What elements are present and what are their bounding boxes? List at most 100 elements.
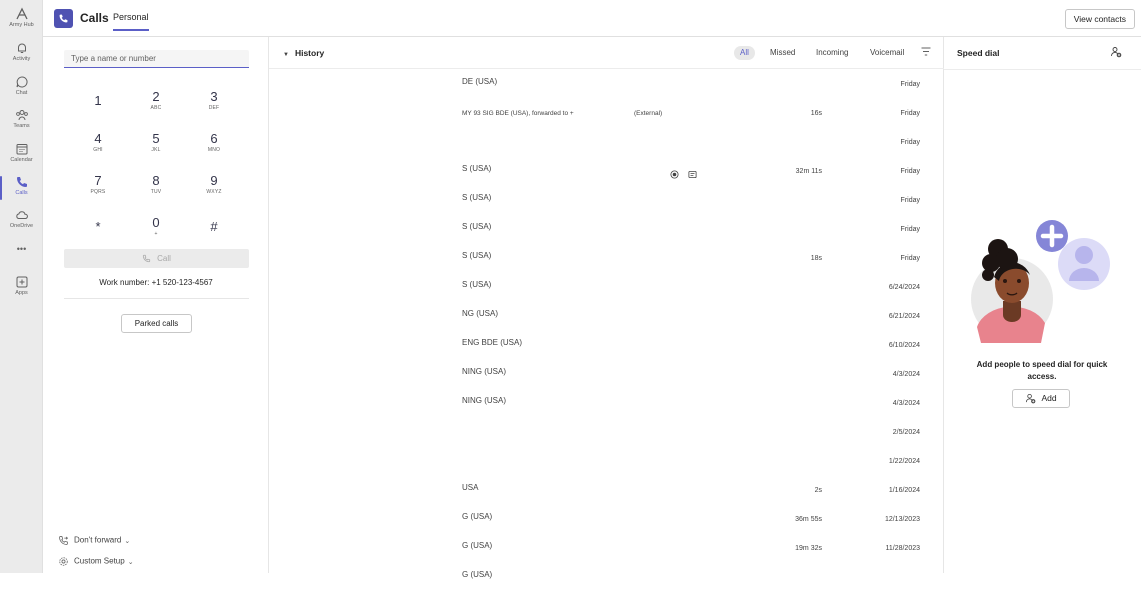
- history-contact-name: DE (USA): [462, 77, 498, 86]
- call-date: 12/13/2023: [884, 516, 920, 523]
- transcript-icon[interactable]: [688, 166, 697, 184]
- recording-icon[interactable]: [670, 166, 679, 184]
- speed-dial-add-button[interactable]: Add: [1012, 389, 1070, 408]
- add-person-icon: [1026, 394, 1036, 404]
- dial-key-hash[interactable]: #: [194, 210, 234, 244]
- dial-key-4[interactable]: 4 GHI: [78, 126, 118, 160]
- key-letters: TUV: [150, 189, 162, 195]
- history-row[interactable]: NING (USA) 4/3/2024: [269, 388, 944, 417]
- filter-incoming[interactable]: Incoming: [810, 46, 854, 60]
- rail-item-apps[interactable]: Apps: [0, 272, 43, 306]
- history-row[interactable]: G (USA) 19m 32s 11/28/2023: [269, 533, 944, 562]
- call-duration: 18s: [810, 255, 822, 262]
- key-letters: PQRS: [90, 189, 106, 195]
- call-date: 11/28/2023: [885, 545, 920, 552]
- history-contact-name: USA: [462, 483, 479, 492]
- history-row[interactable]: Friday: [269, 127, 944, 156]
- caret-down-icon: ▼: [283, 52, 289, 58]
- parked-calls-button[interactable]: Parked calls: [121, 314, 192, 333]
- rail-item-more[interactable]: •••: [0, 244, 43, 260]
- forwarding-option[interactable]: Don't forward ⌄: [58, 535, 130, 546]
- history-contact-name: G (USA): [462, 541, 493, 550]
- history-contact-name: S (USA): [462, 164, 492, 173]
- call-date: 1/22/2024: [888, 458, 920, 465]
- call-duration: 36m 55s: [795, 516, 822, 523]
- work-number: Work number: +1 520-123-4567: [99, 278, 213, 287]
- speed-dial-title: Speed dial: [957, 48, 1000, 58]
- calls-header: Calls Personal View contacts: [43, 0, 1141, 37]
- rail-item-calls[interactable]: Calls: [0, 172, 43, 206]
- history-row[interactable]: G (USA) 36m 55s 12/13/2023: [269, 504, 944, 533]
- divider: [944, 69, 1141, 70]
- history-contact-name: G (USA): [462, 570, 493, 579]
- call-button[interactable]: Call: [64, 249, 249, 268]
- filter-voicemail[interactable]: Voicemail: [864, 46, 910, 60]
- key-digit: 5: [152, 131, 160, 146]
- rail-label: Activity: [12, 56, 31, 62]
- history-row[interactable]: NG (USA) 6/21/2024: [269, 301, 944, 330]
- call-button-label: Call: [157, 253, 171, 263]
- key-digit: 7: [94, 173, 102, 188]
- dial-key-7[interactable]: 7 PQRS: [78, 168, 118, 202]
- dial-key-9[interactable]: 9 WXYZ: [194, 168, 234, 202]
- dial-key-3[interactable]: 3 DEF: [194, 84, 234, 118]
- key-digit: 0: [152, 215, 160, 230]
- filter-all[interactable]: All: [734, 46, 755, 60]
- speed-dial-panel: Speed dial Add people to speed dial for …: [944, 37, 1141, 573]
- calls-app-icon: [54, 9, 73, 28]
- history-row[interactable]: S (USA) 18s Friday: [269, 243, 944, 272]
- history-contact-name: S (USA): [462, 193, 492, 202]
- history-row[interactable]: S (USA) 6/24/2024: [269, 272, 944, 301]
- filter-icon[interactable]: [921, 47, 931, 56]
- dial-key-5[interactable]: 5 JKL: [136, 126, 176, 160]
- key-letters: JKL: [151, 147, 161, 153]
- call-date: 2/5/2024: [892, 429, 920, 436]
- bell-icon: [17, 43, 26, 53]
- filter-missed[interactable]: Missed: [764, 46, 801, 60]
- rail-item-activity[interactable]: Activity: [0, 38, 43, 72]
- rail-label: Apps: [15, 290, 28, 296]
- key-digit: 1: [94, 93, 102, 108]
- rail-label: Chat: [15, 90, 28, 96]
- key-letters: GHI: [93, 147, 103, 153]
- chat-icon: [16, 76, 28, 88]
- history-row[interactable]: S (USA) Friday: [269, 214, 944, 243]
- dial-key-6[interactable]: 6 MNO: [194, 126, 234, 160]
- history-row[interactable]: G (USA): [269, 562, 944, 591]
- dial-key-2[interactable]: 2 ABC: [136, 84, 176, 118]
- history-row[interactable]: S (USA) 32m 11s Friday: [269, 156, 944, 185]
- chevron-down-icon: ⌄: [124, 537, 131, 545]
- history-row[interactable]: USA 2s 1/16/2024: [269, 475, 944, 504]
- rail-item-army-hub[interactable]: Army Hub: [0, 4, 43, 38]
- history-row[interactable]: 1/22/2024: [269, 446, 944, 475]
- rail-item-chat[interactable]: Chat: [0, 72, 43, 106]
- dial-key-star[interactable]: *: [78, 210, 118, 244]
- call-date: 6/24/2024: [888, 284, 920, 291]
- dial-search-input[interactable]: [64, 50, 249, 68]
- dial-key-0[interactable]: 0 +: [136, 210, 176, 244]
- rail-item-calendar[interactable]: Calendar: [0, 139, 43, 173]
- history-row[interactable]: NING (USA) 4/3/2024: [269, 359, 944, 388]
- call-duration: 32m 11s: [795, 168, 822, 175]
- key-digit: 2: [152, 89, 160, 104]
- call-date: Friday: [900, 168, 920, 175]
- view-contacts-button[interactable]: View contacts: [1064, 9, 1135, 29]
- dial-key-8[interactable]: 8 TUV: [136, 168, 176, 202]
- forward-call-icon: [59, 536, 68, 545]
- phone-icon: [16, 177, 27, 187]
- history-row[interactable]: 2/5/2024: [269, 417, 944, 446]
- history-row[interactable]: DE (USA) Friday: [269, 69, 944, 98]
- gear-icon: [59, 557, 68, 566]
- history-row[interactable]: ENG BDE (USA) 6/10/2024: [269, 330, 944, 359]
- add-person-icon[interactable]: [1110, 46, 1122, 58]
- rail-item-teams[interactable]: Teams: [0, 105, 43, 139]
- call-date: 6/10/2024: [888, 342, 920, 349]
- tab-personal[interactable]: Personal: [113, 12, 149, 31]
- history-toggle[interactable]: ▼ History: [283, 48, 324, 58]
- rail-item-onedrive[interactable]: OneDrive: [0, 205, 43, 239]
- history-row[interactable]: MY 93 SIG BDE (USA), forwarded to + (Exte…: [269, 98, 944, 127]
- history-row[interactable]: S (USA) Friday: [269, 185, 944, 214]
- dial-key-1[interactable]: 1: [78, 84, 118, 118]
- calendar-icon: [16, 144, 27, 155]
- custom-setup-option[interactable]: Custom Setup ⌄: [58, 556, 134, 567]
